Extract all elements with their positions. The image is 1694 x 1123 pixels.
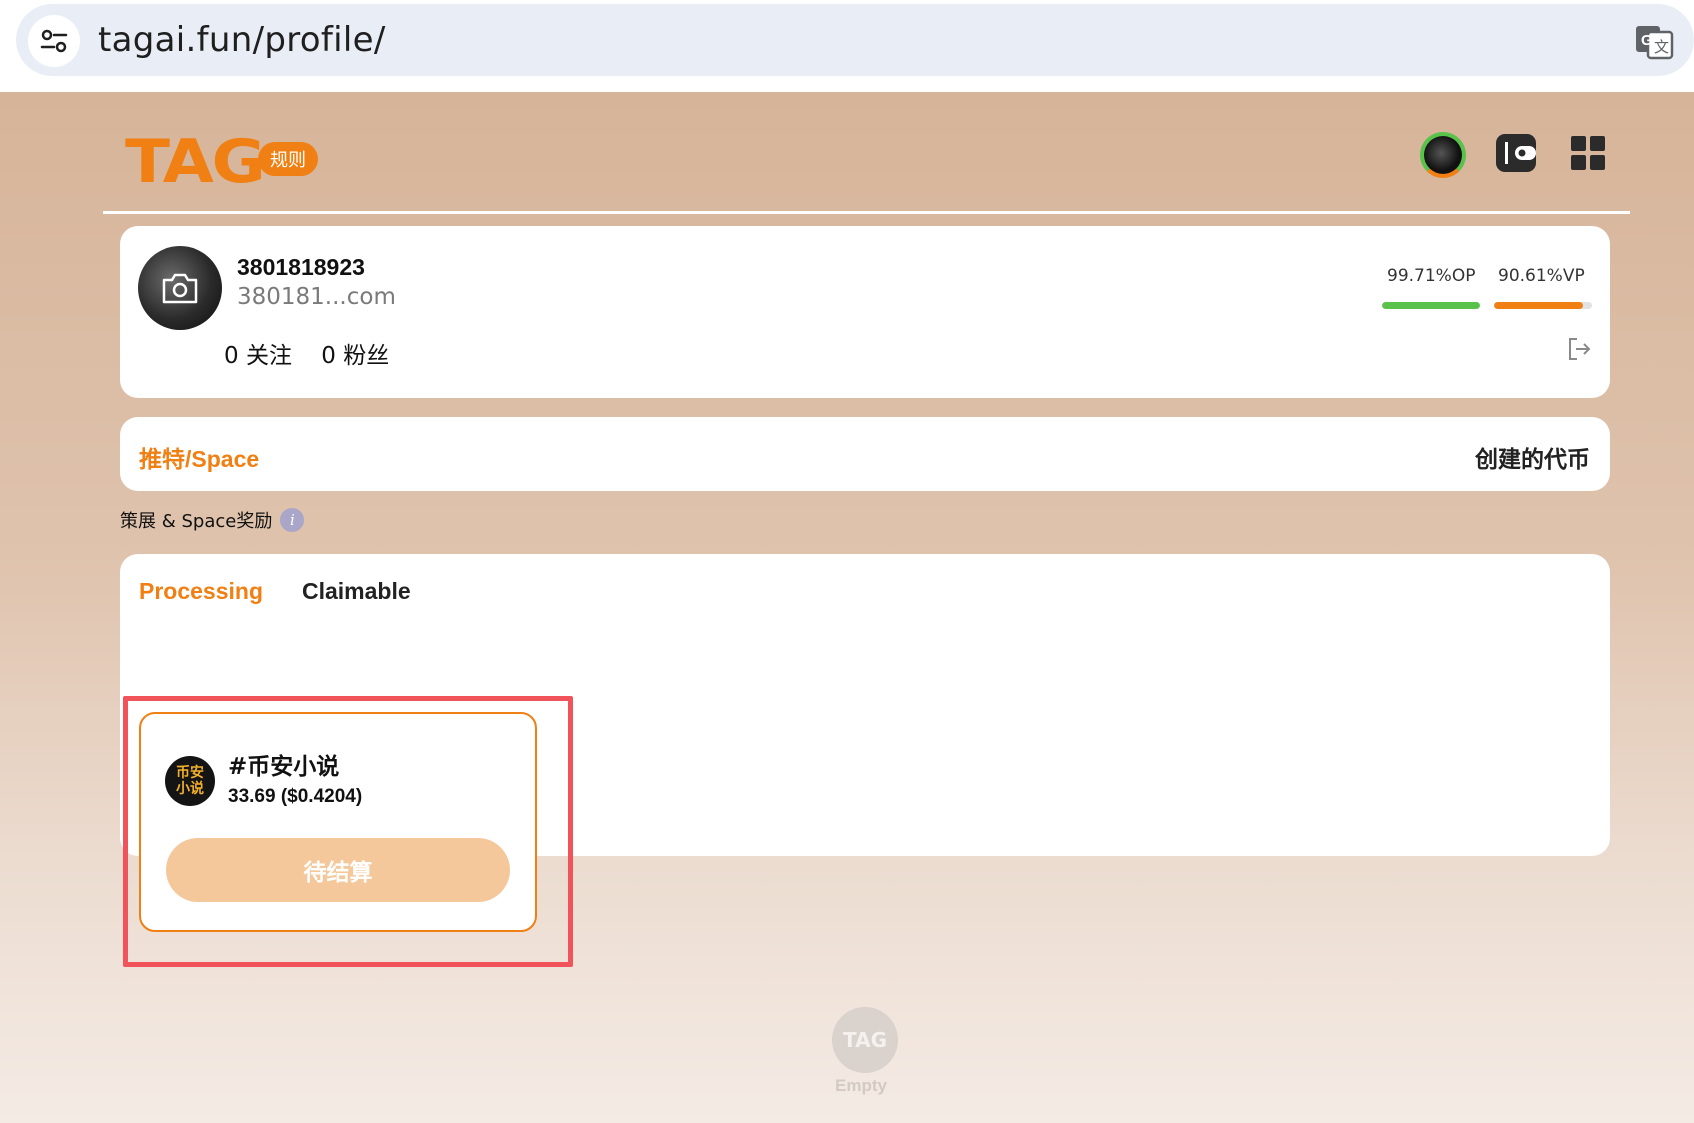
highlight-annotation (123, 696, 573, 967)
info-icon[interactable]: i (280, 508, 305, 532)
tab-created-tokens[interactable]: 创建的代币 (1475, 440, 1590, 474)
logout-icon[interactable] (1566, 336, 1592, 362)
empty-state-text: Empty (835, 1076, 887, 1095)
subtab-processing[interactable]: Processing (139, 578, 263, 605)
apps-grid-icon[interactable] (1571, 136, 1605, 170)
followers-count[interactable]: 0 粉丝 (321, 343, 389, 369)
rules-badge[interactable]: 规则 (258, 142, 318, 176)
vp-progress-bar (1494, 302, 1592, 309)
tag-logo[interactable]: TAG (125, 132, 266, 192)
op-progress-fill (1382, 302, 1480, 309)
user-email: 380181...com (237, 284, 396, 310)
header-avatar[interactable] (1420, 132, 1466, 178)
profile-avatar[interactable] (138, 246, 222, 330)
tab-twitter-space[interactable]: 推特/Space (139, 440, 259, 474)
op-progress-bar (1382, 302, 1480, 309)
svg-text:文: 文 (1654, 38, 1669, 56)
empty-state-logo: TAG (832, 1007, 898, 1073)
op-stat-label: 99.71%OP (1387, 266, 1476, 286)
wallet-icon[interactable] (1496, 134, 1536, 172)
profile-card: 3801818923 380181...com 0 关注 0 粉丝 99.71%… (120, 226, 1610, 398)
page-content: TAG 规则 3801818923 380181...com 0 关注 0 粉丝… (0, 92, 1694, 1123)
camera-icon (162, 273, 198, 304)
following-count[interactable]: 0 关注 (224, 343, 292, 369)
address-bar[interactable]: tagai.fun/profile/ G 文 (16, 4, 1694, 76)
rewards-section-label: 策展 & Space奖励 i (120, 507, 305, 533)
browser-toolbar: tagai.fun/profile/ G 文 (0, 0, 1694, 92)
content-tabs: 推特/Space 创建的代币 (120, 417, 1610, 491)
vp-stat-label: 90.61%VP (1498, 266, 1585, 286)
url-text[interactable]: tagai.fun/profile/ (98, 20, 386, 60)
site-info-button[interactable] (28, 15, 80, 67)
vp-progress-fill (1494, 302, 1583, 309)
svg-text:G: G (1641, 32, 1653, 49)
tune-icon (40, 29, 68, 53)
site-header: TAG 规则 (103, 92, 1630, 214)
translate-icon[interactable]: G 文 (1634, 22, 1674, 62)
section-label-text: 策展 & Space奖励 (120, 511, 273, 532)
username: 3801818923 (237, 254, 365, 280)
follow-stats: 0 关注 0 粉丝 (224, 336, 411, 370)
subtab-claimable[interactable]: Claimable (302, 578, 411, 605)
